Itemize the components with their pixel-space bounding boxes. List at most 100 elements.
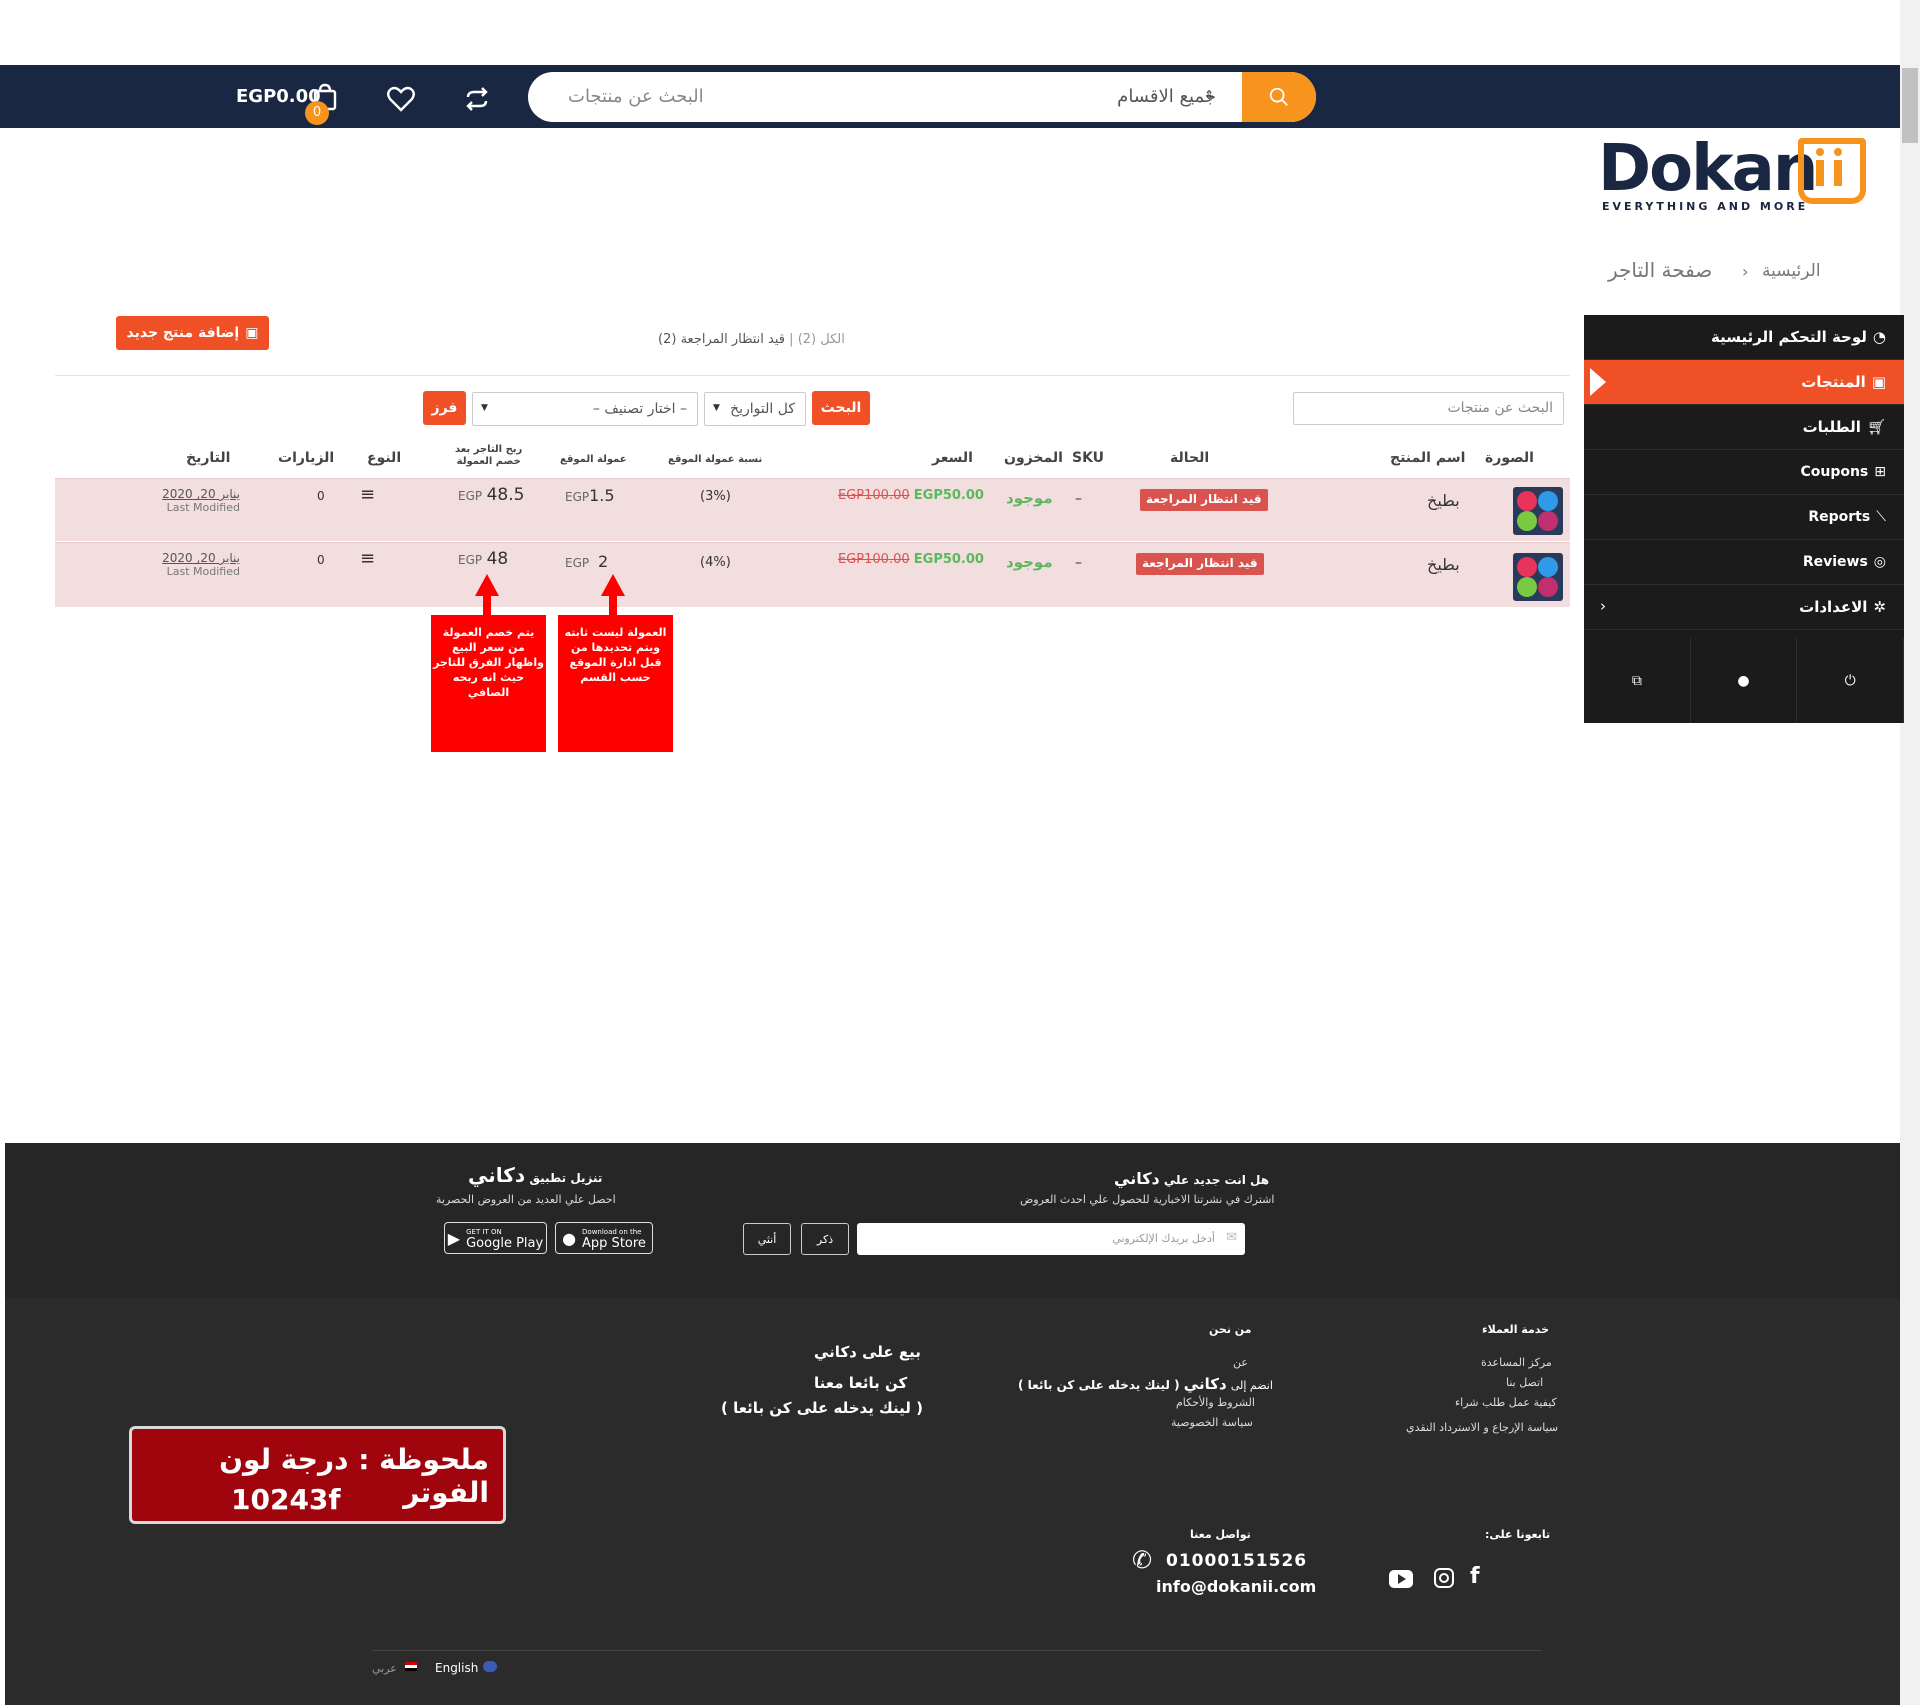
sidebar-bottom-actions: ⧉ ● ⏻ bbox=[1584, 638, 1905, 723]
facebook-icon[interactable]: f bbox=[1470, 1564, 1480, 1589]
sidebar-item-products[interactable]: ▣ المنتجات bbox=[1584, 360, 1904, 405]
app-download-title: تنزيل تطبيق دكاني bbox=[468, 1163, 603, 1187]
product-name-link[interactable]: بطيخ bbox=[1427, 491, 1460, 510]
table-row[interactable]: بطيخ قيد انتظار المراجعة – موجود EGP100.… bbox=[55, 542, 1570, 607]
footer-link-help-center[interactable]: مركز المساعدة bbox=[1481, 1356, 1552, 1369]
scrollbar-thumb[interactable] bbox=[1902, 68, 1918, 143]
category-filter-select[interactable]: – اختار تصنيف – ▼ bbox=[472, 392, 698, 426]
language-english[interactable]: English bbox=[435, 1661, 478, 1675]
language-arabic[interactable]: عربي bbox=[372, 1662, 397, 1675]
newsletter-female-button[interactable]: أنثي bbox=[743, 1223, 791, 1255]
table-row[interactable]: بطيخ قيد انتظار المراجعة – موجود EGP100.… bbox=[55, 478, 1570, 541]
comments-icon: ◎ bbox=[1873, 554, 1886, 570]
seller-link-note: ( لينك يدخله على كن بائعا ) bbox=[721, 1399, 923, 1417]
google-play-button[interactable]: ▶ GET IT ON Google Play bbox=[444, 1222, 547, 1254]
sidebar-item-settings[interactable]: ✲ الاعدادات ‹ bbox=[1584, 585, 1904, 630]
footer-link-privacy[interactable]: سياسة الخصوصية bbox=[1171, 1416, 1253, 1429]
breadcrumb-home-link[interactable]: الرئيسية bbox=[1762, 261, 1821, 281]
dokan-logo[interactable]: Dokan EVERYTHING AND MORE bbox=[1598, 130, 1878, 220]
uk-flag-icon bbox=[483, 1661, 497, 1672]
cart-count-badge: 0 bbox=[305, 101, 329, 125]
footer-link-contact[interactable]: اتصل بنا bbox=[1506, 1376, 1543, 1389]
add-new-product-button[interactable]: ▣ إضافة منتج جديد bbox=[116, 316, 269, 350]
header-category-select[interactable]: جميع الاقسام bbox=[1117, 86, 1216, 107]
filter-all-link[interactable]: الكل (2) bbox=[798, 332, 845, 347]
compare-icon[interactable] bbox=[462, 84, 492, 114]
sku-value: – bbox=[1075, 491, 1082, 507]
views-value: 0 bbox=[317, 553, 325, 567]
phone-icon: ✆ bbox=[1132, 1546, 1153, 1574]
header-search-button[interactable] bbox=[1242, 72, 1316, 122]
product-thumbnail[interactable] bbox=[1513, 553, 1563, 601]
select-arrows-icon: ⇕ bbox=[1203, 88, 1214, 102]
stock-value: موجود bbox=[1006, 553, 1053, 571]
th-sku: SKU bbox=[1072, 450, 1105, 466]
page-scrollbar[interactable] bbox=[1900, 0, 1920, 1705]
date-cell: يناير 20, 2020 Last Modified bbox=[162, 551, 240, 578]
price-cell: EGP100.00 EGP50.00 bbox=[838, 552, 984, 567]
power-logout-icon[interactable]: ⏻ bbox=[1797, 638, 1905, 723]
product-thumbnail[interactable] bbox=[1513, 487, 1563, 535]
user-profile-icon[interactable]: ● bbox=[1691, 638, 1798, 723]
newsletter-email-input[interactable]: أدخل بريدك الإلكتروني ✉ bbox=[857, 1223, 1245, 1255]
youtube-icon[interactable] bbox=[1389, 1570, 1413, 1588]
contact-us-title: تواصل معنا bbox=[1190, 1528, 1251, 1541]
footer-link-how-to-order[interactable]: كيفية عمل طلب شراء bbox=[1455, 1396, 1557, 1409]
annotation-arrow-stem bbox=[483, 594, 491, 616]
filter-pending-link[interactable]: قيد انتظار المراجعة (2) bbox=[658, 332, 785, 347]
simple-product-type-icon: ≡ bbox=[360, 484, 376, 505]
header-search-input[interactable]: البحث عن منتجات bbox=[568, 86, 868, 107]
sidebar-item-dashboard[interactable]: ◔ لوحة التحكم الرئيسية bbox=[1584, 315, 1904, 360]
th-name: اسم المنتج bbox=[1390, 450, 1466, 466]
product-search-input[interactable]: البحث عن منتجات bbox=[1293, 392, 1564, 425]
footer-divider bbox=[372, 1650, 1542, 1651]
th-status: الحالة bbox=[1170, 450, 1210, 466]
status-badge: قيد انتظار المراجعة bbox=[1136, 553, 1264, 575]
header-search: البحث عن منتجات جميع الاقسام ⇕ bbox=[528, 72, 1316, 122]
th-price: السعر bbox=[932, 450, 973, 466]
commission-annotation: العمولة ليست ثابته ويتم تحديدها من قبل ا… bbox=[558, 615, 673, 752]
sidebar-item-coupons[interactable]: ⊞ Coupons bbox=[1584, 450, 1904, 495]
commission-rate-value: (4%) bbox=[700, 555, 731, 570]
wishlist-heart-icon[interactable] bbox=[386, 84, 416, 114]
chart-icon: ⟋ bbox=[1876, 509, 1886, 525]
contact-phone[interactable]: 01000151526 bbox=[1166, 1551, 1307, 1571]
active-arrow-icon bbox=[1590, 368, 1606, 396]
sort-filter-button[interactable]: فرز bbox=[423, 391, 466, 425]
commission-value: EGP 2 bbox=[565, 552, 609, 571]
sidebar-item-orders[interactable]: 🛒︎ الطلبات bbox=[1584, 405, 1904, 450]
sidebar-item-reviews[interactable]: ◎ Reviews bbox=[1584, 540, 1904, 585]
newsletter-subtitle: اشترك في نشرتنا الاخبارية للحصول علي احد… bbox=[1020, 1193, 1275, 1206]
th-image: الصورة bbox=[1485, 450, 1534, 466]
briefcase-icon: ▣ bbox=[1871, 373, 1886, 391]
chevron-left-icon: ‹ bbox=[1600, 597, 1606, 615]
cart-icon: 🛒︎ bbox=[1866, 418, 1886, 436]
footer-link-terms[interactable]: الشروط والأحكام bbox=[1176, 1396, 1255, 1409]
gift-icon: ⊞ bbox=[1874, 464, 1886, 480]
search-icon bbox=[1269, 87, 1288, 106]
contact-email[interactable]: info@dokanii.com bbox=[1156, 1577, 1316, 1596]
dates-filter-select[interactable]: كل التواريخ ▼ bbox=[704, 392, 806, 426]
instagram-icon[interactable] bbox=[1434, 1568, 1454, 1588]
dashboard-icon: ◔ bbox=[1872, 328, 1886, 346]
product-search-button[interactable]: البحث bbox=[812, 391, 870, 425]
sku-value: – bbox=[1075, 555, 1082, 571]
select-caret-icon: ▼ bbox=[713, 403, 720, 413]
th-vendor-profit: ربح التاجر بعد خصم العمولة bbox=[455, 444, 523, 467]
simple-product-type-icon: ≡ bbox=[360, 548, 376, 569]
sell-on-dokan-title[interactable]: بيع على دكاني bbox=[814, 1343, 921, 1361]
app-store-button[interactable]: ● Download on the App Store bbox=[555, 1222, 653, 1254]
sidebar-item-reports[interactable]: ⟋ Reports bbox=[1584, 495, 1904, 540]
footer-join-seller[interactable]: انضم إلى دكاني ( لينك يدخله على كن بائعا… bbox=[1018, 1375, 1273, 1393]
visit-store-icon[interactable]: ⧉ bbox=[1584, 638, 1691, 723]
newsletter-male-button[interactable]: ذكر bbox=[801, 1223, 849, 1255]
select-caret-icon: ▼ bbox=[481, 403, 488, 413]
cog-icon: ✲ bbox=[1873, 598, 1886, 616]
envelope-icon: ✉ bbox=[1226, 1230, 1237, 1245]
product-name-link[interactable]: بطيخ bbox=[1427, 555, 1460, 574]
views-value: 0 bbox=[317, 489, 325, 503]
be-a-seller-link[interactable]: كن بائعا معنا bbox=[814, 1374, 907, 1392]
th-stock: المخزون bbox=[1004, 450, 1063, 466]
footer-link-about[interactable]: عن bbox=[1233, 1356, 1248, 1369]
footer-link-returns[interactable]: سياسة الإرجاع و الاسترداد النقدي bbox=[1406, 1421, 1558, 1434]
